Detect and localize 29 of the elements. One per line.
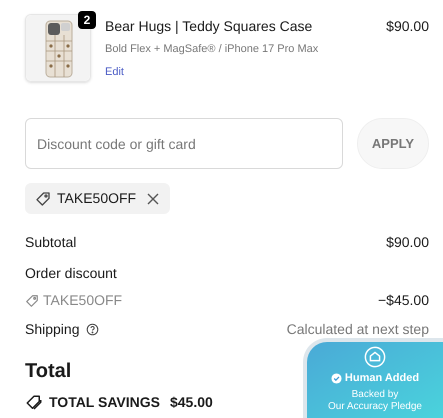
badge-line: Backed by bbox=[352, 388, 398, 400]
discount-field[interactable]: Discount code or gift card bbox=[25, 118, 343, 169]
house-icon bbox=[364, 346, 386, 368]
badge-title: Human Added bbox=[344, 371, 420, 386]
check-icon bbox=[330, 372, 342, 384]
tag-icon bbox=[25, 294, 39, 308]
badge-line: Our Accuracy Pledge bbox=[328, 400, 422, 412]
shipping-value: Calculated at next step bbox=[286, 320, 429, 339]
total-savings-value: $45.00 bbox=[170, 393, 213, 412]
tag-icon bbox=[35, 190, 51, 206]
product-variant: Bold Flex + MagSafe® / iPhone 17 Pro Max bbox=[105, 42, 320, 57]
help-icon[interactable] bbox=[86, 323, 98, 336]
shipping-label: Shipping bbox=[25, 320, 80, 339]
subtotal-value: $90.00 bbox=[386, 233, 429, 252]
total-label: Total bbox=[25, 359, 72, 384]
edit-link[interactable]: Edit bbox=[105, 64, 124, 80]
tags-icon bbox=[25, 394, 43, 412]
discount-code: TAKE50OFF bbox=[57, 189, 136, 208]
apply-button[interactable]: APPLY bbox=[357, 118, 429, 169]
order-discount-label: Order discount bbox=[25, 264, 118, 283]
pledge-badge[interactable]: Human Added Backed by Our Accuracy Pledge bbox=[303, 338, 443, 418]
close-icon[interactable] bbox=[146, 192, 160, 206]
subtotal-label: Subtotal bbox=[25, 233, 76, 252]
order-discount-value: −$45.00 bbox=[378, 291, 429, 310]
product-price: $90.00 bbox=[386, 17, 429, 36]
quantity-badge: 2 bbox=[78, 11, 96, 29]
order-discount-code: TAKE50OFF bbox=[43, 291, 122, 310]
total-savings-label: TOTAL SAVINGS bbox=[49, 393, 160, 412]
product-title: Bear Hugs | Teddy Squares Case bbox=[105, 17, 312, 36]
